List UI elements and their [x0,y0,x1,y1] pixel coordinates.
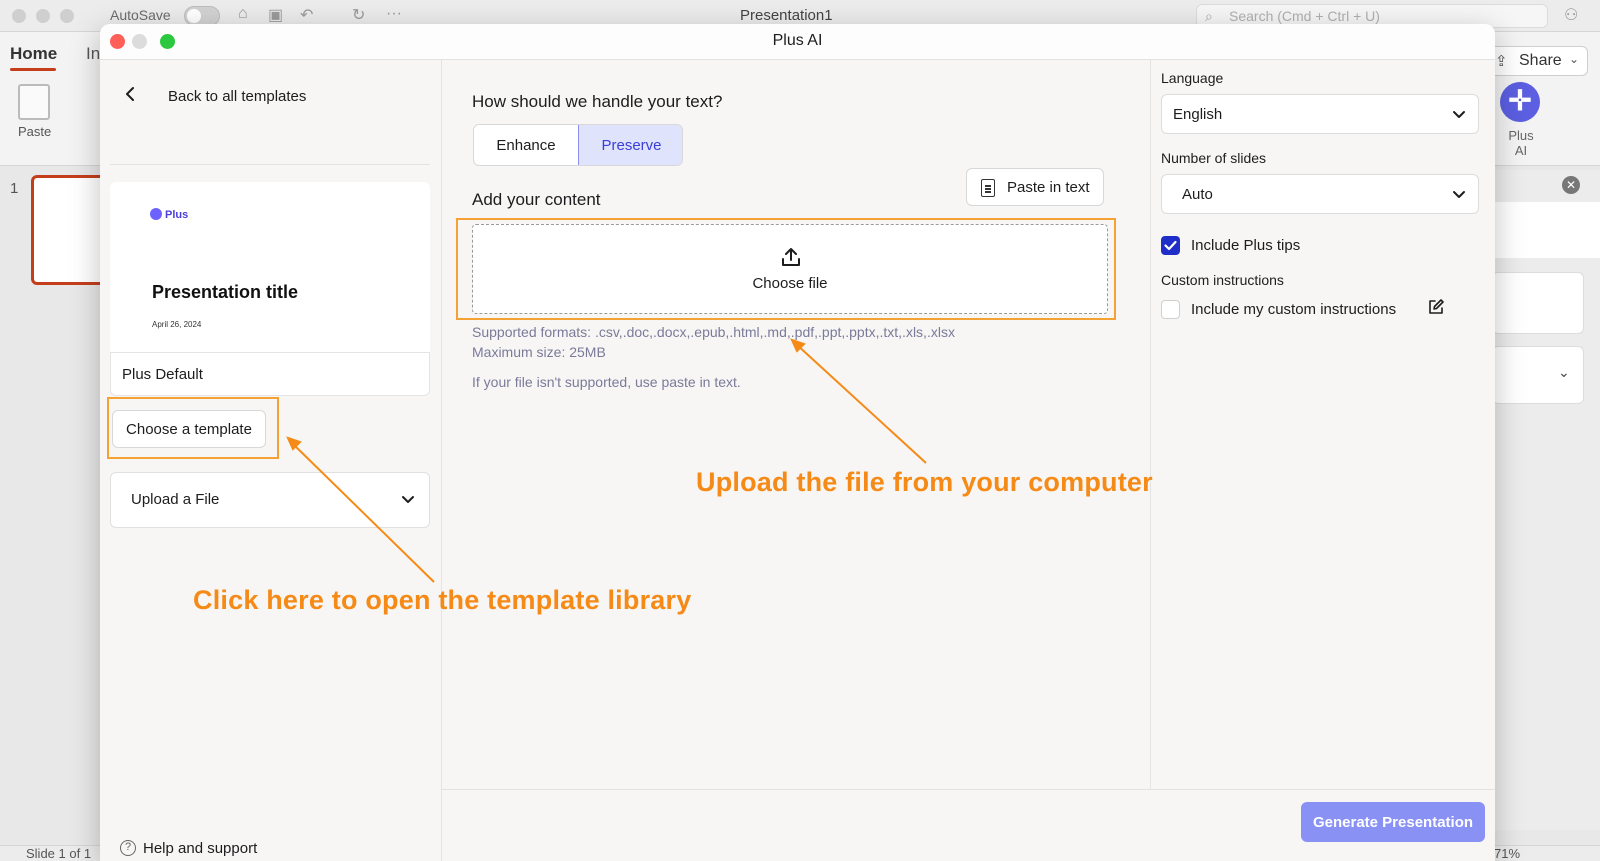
template-name: Plus Default [122,366,203,383]
language-select[interactable]: English [1161,94,1479,134]
file-dropzone[interactable]: Choose file [472,224,1108,314]
dialog-titlebar: Plus AI [100,24,1495,60]
paste-label[interactable]: Paste [18,124,51,139]
dialog-footer: Generate Presentation [442,789,1495,861]
status-zoom[interactable]: 71% [1494,846,1520,861]
language-label: Language [1161,70,1224,86]
include-tips-checkbox[interactable] [1161,236,1180,255]
tab-home[interactable]: Home [10,44,57,64]
unsupported-hint-text: If your file isn't supported, use paste … [472,374,741,390]
annotation-template-hint: Click here to open the template library [193,585,692,615]
share-icon: ⇪ [1495,53,1508,70]
template-name-box: Plus Default [110,352,430,396]
upload-file-dropdown[interactable]: Upload a File [110,472,430,528]
enhance-option[interactable]: Enhance [474,125,578,165]
window-minimize-dot[interactable] [36,9,50,23]
search-placeholder: Search (Cmd + Ctrl + U) [1229,8,1380,24]
side-panel-card [1492,202,1600,258]
include-tips-label[interactable]: Include Plus tips [1191,237,1300,254]
clipboard-icon[interactable] [18,84,50,120]
add-content-heading: Add your content [472,190,601,209]
choose-file-label: Choose file [752,275,828,292]
divider [110,164,430,165]
more-icon[interactable]: ··· [386,5,402,23]
autosave-toggle[interactable] [184,6,220,26]
back-label: Back to all templates [168,88,307,105]
paste-label: Paste in text [1007,179,1090,196]
chevron-down-icon [1453,191,1465,198]
paste-in-text-button[interactable]: Paste in text [966,168,1104,206]
share-label: Share [1519,52,1562,69]
text-handling-question: How should we handle your text? [472,92,723,111]
language-value: English [1173,106,1223,123]
tab-home-indicator [10,68,56,71]
chevron-left-icon [126,87,134,101]
chevron-down-icon [1453,111,1465,118]
choose-template-button[interactable]: Choose a template [112,410,266,448]
side-panel-card [1492,272,1584,334]
include-custom-checkbox[interactable] [1161,300,1180,319]
plus-ai-icon[interactable]: ✛ [1500,82,1540,122]
slides-count-label: Number of slides [1161,150,1267,166]
template-logo: Plus [150,208,188,221]
plus-ai-dialog: Plus AI Back to all templates Plus Prese… [100,24,1495,861]
autosave-label: AutoSave [110,7,171,23]
slide-thumbnail[interactable] [31,175,111,285]
close-icon[interactable]: ✕ [1562,176,1580,194]
side-panel-dropdown[interactable] [1492,346,1584,404]
tab-insert[interactable]: In [86,44,100,64]
edit-icon[interactable] [1427,298,1445,316]
template-column: Back to all templates Plus Presentation … [100,60,442,861]
chevron-down-icon [402,496,414,503]
share-button[interactable]: ⇪ Share ⌄ [1484,46,1588,76]
template-preview-title: Presentation title [152,282,299,302]
side-panel [1492,170,1600,830]
redo-icon[interactable]: ↻ [352,5,365,25]
template-preview-date: April 26, 2024 [152,320,202,329]
text-mode-toggle: Enhance Preserve [473,124,683,166]
content-column: How should we handle your text? Enhance … [442,60,1150,789]
max-size-text: Maximum size: 25MB [472,344,606,360]
template-preview[interactable]: Plus Presentation title April 26, 2024 [110,182,430,352]
include-custom-label[interactable]: Include my custom instructions [1191,301,1396,318]
document-icon [981,179,995,197]
preserve-option[interactable]: Preserve [578,125,682,165]
dialog-title: Plus AI [772,32,823,49]
generate-presentation-button[interactable]: Generate Presentation [1301,802,1485,842]
settings-column: Language English Number of slides Auto I… [1150,60,1495,789]
plus-logo-icon [150,208,162,220]
slides-count-value: Auto [1182,186,1213,203]
document-title: Presentation1 [740,7,833,24]
status-slide-count: Slide 1 of 1 [26,846,92,861]
chevron-down-icon: ⌄ [1558,364,1570,380]
supported-formats-text: Supported formats: .csv,.doc,.docx,.epub… [472,324,955,340]
slide-number: 1 [10,180,19,197]
custom-instructions-label: Custom instructions [1161,272,1284,288]
upload-icon [782,248,800,266]
help-icon: ? [120,840,136,856]
window-close-dot[interactable] [12,9,26,23]
upload-dropdown-label: Upload a File [131,491,220,508]
save-icon[interactable]: ▣ [268,5,283,25]
checkmark-icon [1164,240,1177,251]
annotation-upload-hint: Upload the file from your computer [696,467,1153,497]
slides-count-select[interactable]: Auto [1161,174,1479,214]
undo-icon[interactable]: ↶ [300,5,313,25]
account-icon[interactable]: ⚇ [1564,5,1578,25]
help-label: Help and support [143,840,258,857]
plus-ai-label[interactable]: Plus AI [1506,128,1536,158]
home-icon[interactable]: ⌂ [238,5,248,23]
back-to-templates-link[interactable]: Back to all templates [110,78,430,114]
window-zoom-dot[interactable] [60,9,74,23]
chevron-down-icon: ⌄ [1568,52,1579,66]
search-icon: ⌕ [1205,8,1213,24]
